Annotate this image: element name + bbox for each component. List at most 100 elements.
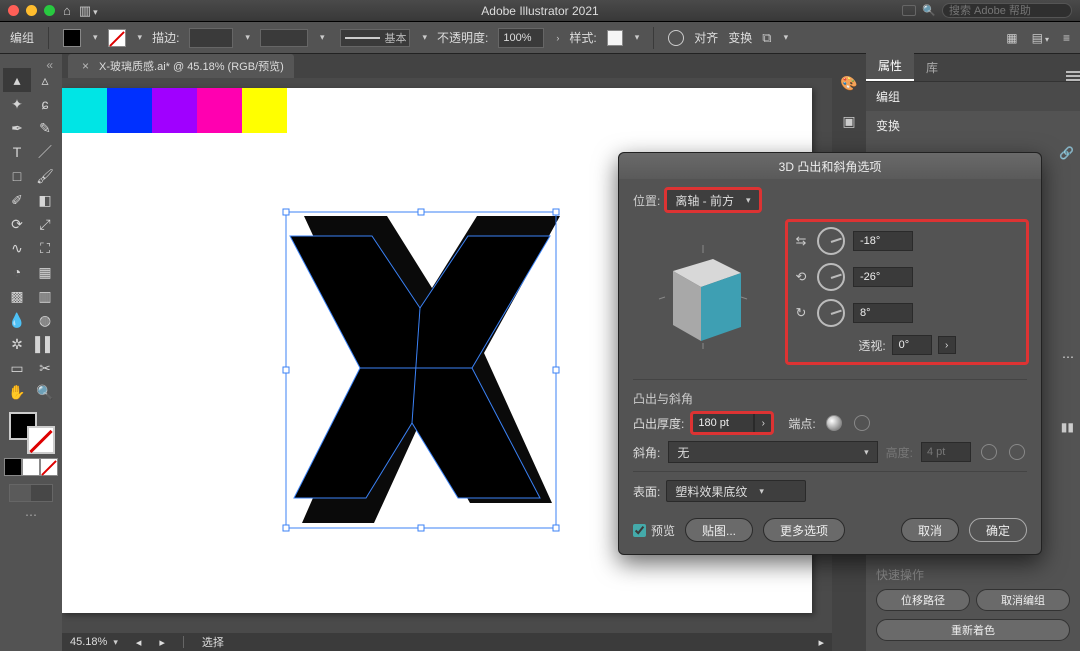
extrude-depth-input[interactable] (692, 413, 754, 433)
tab-libraries[interactable]: 库 (914, 54, 950, 81)
map-art-button[interactable]: 贴图... (685, 518, 753, 542)
gradient-tool[interactable]: ▥ (31, 284, 59, 308)
color-panel-icon[interactable]: 🎨 (840, 74, 858, 92)
column-graph-tool[interactable]: ▌▌ (31, 332, 59, 356)
pen-tool[interactable]: ✒ (3, 116, 31, 140)
align-label[interactable]: 对齐 (694, 29, 718, 46)
scale-tool[interactable]: ⤢ (31, 212, 59, 236)
rotate-x-input[interactable] (853, 231, 913, 251)
preview-checkbox[interactable]: 预览 (633, 522, 675, 539)
stroke-color-icon[interactable] (27, 426, 55, 454)
swatches-panel-icon[interactable]: ▣ (840, 112, 858, 130)
status-popup-icon[interactable]: ▸ (818, 636, 824, 649)
position-select[interactable]: 离轴 - 前方 ▾ (666, 189, 759, 211)
offset-path-button[interactable]: 位移路径 (876, 589, 970, 611)
rotate-z-dial[interactable] (817, 299, 845, 327)
home-icon[interactable]: ⌂ (63, 3, 71, 18)
preview-checkbox-input[interactable] (633, 524, 646, 537)
minimize-window-button[interactable] (26, 5, 37, 16)
selection-tool[interactable]: ▴ (3, 68, 31, 92)
gradient-mode-icon[interactable] (22, 458, 40, 476)
lasso-tool[interactable]: ɕ (31, 92, 59, 116)
maximize-window-button[interactable] (44, 5, 55, 16)
swatch-magenta[interactable] (197, 88, 242, 133)
chart-panel-icon[interactable]: ▮▮ (1061, 420, 1074, 434)
swatch-blue[interactable] (107, 88, 152, 133)
style-swatch[interactable] (607, 30, 623, 46)
isolate-icon[interactable]: ⧉ (762, 30, 771, 46)
eraser-tool[interactable]: ◧ (31, 188, 59, 212)
opacity-caret-icon[interactable]: › (556, 33, 559, 43)
fill-stroke-indicator[interactable] (7, 410, 55, 454)
document-tab[interactable]: × X-玻璃质感.ai* @ 45.18% (RGB/预览) (68, 54, 294, 78)
stroke-swatch[interactable] (108, 29, 126, 47)
free-transform-tool[interactable]: ⛶ (31, 236, 59, 260)
eyedropper-tool[interactable]: 💧 (3, 308, 31, 332)
ok-button[interactable]: 确定 (969, 518, 1027, 542)
stroke-profile-select[interactable] (260, 29, 308, 47)
edit-toolbar-icon[interactable]: ⋯ (25, 508, 37, 522)
mesh-tool[interactable]: ▩ (3, 284, 31, 308)
symbol-sprayer-tool[interactable]: ✲ (3, 332, 31, 356)
width-tool[interactable]: ∿ (3, 236, 31, 260)
paintbrush-tool[interactable]: 🖌 (31, 164, 59, 188)
color-mode-icon[interactable] (4, 458, 22, 476)
recolor-button[interactable]: 重新着色 (876, 619, 1070, 641)
type-tool[interactable]: T (3, 140, 31, 164)
rotate-z-input[interactable] (853, 303, 913, 323)
tab-close-icon[interactable]: × (82, 59, 89, 73)
slice-tool[interactable]: ✂ (31, 356, 59, 380)
shaper-tool[interactable]: ✐ (3, 188, 31, 212)
rotate-y-input[interactable] (853, 267, 913, 287)
recolor-icon[interactable] (668, 30, 684, 46)
x-artwork[interactable] (272, 208, 572, 541)
cap-on-icon[interactable] (826, 415, 842, 431)
zoom-level[interactable]: 45.18%▾ (70, 636, 118, 648)
screen-mode-toggle[interactable] (9, 484, 53, 502)
bevel-select[interactable]: 无 ▾ (668, 441, 877, 463)
nav-prev-icon[interactable]: ◂ (136, 636, 142, 649)
panel-menu-icon[interactable]: ≡ (1063, 31, 1070, 45)
opacity-input[interactable] (498, 28, 544, 48)
more-options-button[interactable]: 更多选项 (763, 518, 845, 542)
ungroup-button[interactable]: 取消编组 (976, 589, 1070, 611)
toolbar-collapse-icon[interactable]: « (3, 58, 59, 68)
tab-properties[interactable]: 属性 (866, 52, 914, 81)
brush-select[interactable]: 基本 (340, 29, 410, 47)
line-tool[interactable]: ／ (31, 140, 59, 164)
align-panel-icon[interactable]: ▤▾ (1032, 31, 1049, 45)
cancel-button[interactable]: 取消 (901, 518, 959, 542)
rotate-tool[interactable]: ⟳ (3, 212, 31, 236)
artboard-tool[interactable]: ▭ (3, 356, 31, 380)
zoom-tool[interactable]: 🔍 (31, 380, 59, 404)
swatch-cyan[interactable] (62, 88, 107, 133)
surface-select[interactable]: 塑料效果底纹 ▾ (666, 480, 806, 502)
workspace-switcher-icon[interactable]: ▥▾ (79, 3, 98, 19)
help-search-input[interactable] (942, 3, 1072, 18)
magic-wand-tool[interactable]: ✦ (3, 92, 31, 116)
perspective-grid-tool[interactable]: ▦ (31, 260, 59, 284)
grid-view-icon[interactable]: ▦ (1006, 31, 1017, 45)
screen-mode-icon[interactable] (902, 5, 916, 16)
search-icon[interactable]: 🔍 (922, 4, 936, 17)
direct-selection-tool[interactable]: ▵ (31, 68, 59, 92)
none-mode-icon[interactable] (40, 458, 58, 476)
stroke-weight-input[interactable] (189, 28, 233, 48)
perspective-input[interactable] (892, 335, 932, 355)
depth-stepper[interactable]: › (754, 413, 772, 433)
transform-label[interactable]: 变换 (728, 29, 752, 46)
swatch-purple[interactable] (152, 88, 197, 133)
more-options-icon[interactable]: ⋯ (1062, 350, 1074, 364)
swatch-yellow[interactable] (242, 88, 287, 133)
shape-builder-tool[interactable]: ◔ (3, 260, 31, 284)
perspective-step-icon[interactable]: › (938, 336, 956, 354)
fill-swatch[interactable] (63, 29, 81, 47)
rotate-y-dial[interactable] (817, 263, 845, 291)
panel-menu-icon[interactable] (1066, 71, 1080, 81)
curvature-tool[interactable]: ✎ (31, 116, 59, 140)
hand-tool[interactable]: ✋ (3, 380, 31, 404)
nav-next-icon[interactable]: ▸ (159, 636, 165, 649)
rotate-x-dial[interactable]: .dial::after{transform:rotate(-18deg);} (817, 227, 845, 255)
link-icon[interactable]: 🔗 (1059, 146, 1074, 160)
rectangle-tool[interactable]: □ (3, 164, 31, 188)
